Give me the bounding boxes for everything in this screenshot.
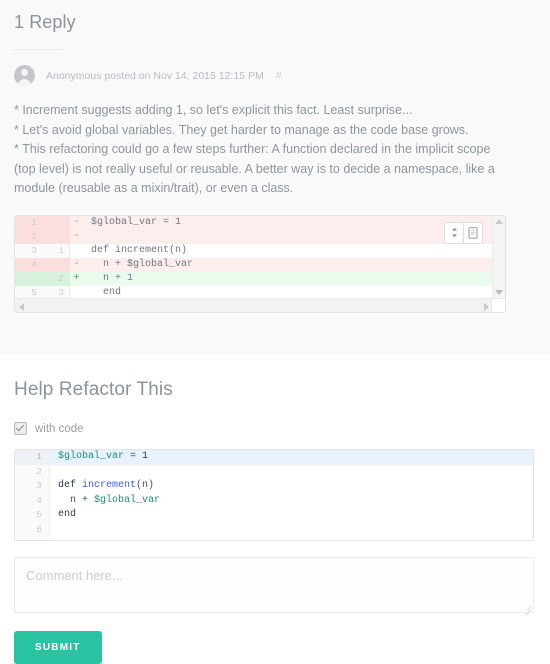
diff-body: 1- $global_var = 1 2-3 1 def increment(n) 4- … [15,215,505,298]
sort-updown-icon-button[interactable] [444,221,464,244]
code-token: def [58,480,83,491]
diff-code-line [83,229,505,244]
code-editor-table: 1 $global_var = 12 3 def increment(n) 4 n +… [15,450,533,537]
diff-toolbar [444,221,483,244]
diff-new-line-number [42,215,70,230]
diff-new-line-number [42,229,70,244]
code-token: $global_var [94,494,161,506]
diff-old-line-number: 3 [15,243,42,258]
code-token: increment [82,480,137,491]
permalink-anchor[interactable]: # [276,70,282,82]
diff-horizontal-scrollbar[interactable] [15,297,505,312]
reply-meta-row: Anonymous posted on Nov 14, 2015 12:15 P… [14,65,536,86]
scroll-up-icon[interactable] [495,218,503,224]
diff-marker: - [69,215,83,230]
reply-section: 1 Reply Anonymous posted on Nov 14, 2015… [0,0,550,355]
editor-line-number: 1 [15,450,50,465]
diff-old-line-number [15,271,42,286]
heading-divider [14,49,62,50]
editor-code-line[interactable] [50,465,534,480]
resize-grip-icon[interactable] [523,602,532,616]
editor-line-number: 6 [15,522,50,537]
form-title: Help Refactor This [14,379,173,400]
editor-row: 5 end [15,508,533,523]
code-token: 1 [142,451,149,462]
editor-code-line[interactable] [50,523,534,538]
editor-code-line[interactable]: n + $global_var [50,494,534,509]
avatar [14,65,35,86]
editor-line-number: 4 [15,493,50,508]
with-code-checkbox-row[interactable]: with code [14,422,536,435]
editor-row: 2 [15,464,534,480]
diff-code-line: def increment(n) [83,243,505,258]
diff-new-line-number: 2 [42,271,70,286]
diff-new-line-number [42,257,70,272]
editor-line-number: 5 [15,508,50,523]
diff-marker: - [69,257,83,272]
diff-old-line-number: 4 [15,257,42,272]
editor-row: 4 n + $global_var [15,493,534,509]
diff-marker [69,243,83,258]
diff-row: 53 end [15,285,505,298]
refactor-form-section: Help Refactor This with code 1 $global_va… [0,355,550,664]
editor-row: 3 def increment(n) [15,479,533,494]
reply-count-heading: 1 Reply [14,12,76,32]
sort-updown-icon [451,227,457,238]
scrollbar-corner [491,298,505,312]
diff-code-line: n + 1 [83,271,505,286]
submit-button[interactable]: SUBMIT [14,631,102,664]
with-code-label: with code [35,422,84,435]
diff-old-line-number: 1 [15,215,42,230]
diff-new-line-number: 1 [42,243,70,258]
with-code-checkbox[interactable] [14,422,27,435]
reply-body-line: * This refactoring could go a few steps … [14,142,495,195]
code-token: (n) [136,480,155,491]
comment-placeholder: Comment here... [26,568,123,583]
diff-marker [69,285,83,298]
editor-row: 1 $global_var = 1 [15,450,533,465]
diff-row: 2 + n + 1 [15,271,505,286]
editor-line-number: 2 [15,464,50,479]
diff-row: 4 - n + $global_var [15,257,505,272]
code-token: = [124,451,143,462]
code-editor[interactable]: 1 $global_var = 12 3 def increment(n) 4 n +… [14,449,534,541]
diff-row: 2- [15,229,505,244]
diff-viewer: 1- $global_var = 1 2-3 1 def increment(n) 4- … [14,214,506,313]
editor-code-line[interactable]: end [50,508,534,523]
diff-row: 1 - $global_var = 1 [15,215,505,230]
comment-input[interactable]: Comment here... [14,557,534,616]
reply-meta-text: Anonymous posted on Nov 14, 2015 12:15 P… [46,69,264,82]
copy-document-icon [468,226,478,239]
diff-marker: + [69,271,83,286]
diff-marker: - [69,229,83,244]
reply-body-line: * Increment suggests adding 1, so let's … [14,103,413,117]
code-token: n + [58,494,95,506]
code-token: $global_var [58,451,125,462]
diff-code-line: n + $global_var [83,257,505,272]
scroll-left-icon[interactable] [19,302,24,311]
reply-body-line: * Let's avoid global variables. They get… [14,122,469,137]
diff-code-line: end [83,285,505,298]
editor-line-number: 3 [15,479,50,494]
scroll-down-icon[interactable] [495,289,503,295]
reply-body: * Increment suggests adding 1, so let's … [14,101,506,199]
scroll-right-icon[interactable] [484,302,489,311]
diff-old-line-number: 2 [15,229,42,244]
diff-old-line-number: 5 [15,285,42,298]
diff-vertical-scrollbar[interactable] [492,215,505,298]
diff-row: 3 1 def increment(n) [15,243,505,258]
diff-new-line-number: 3 [42,285,70,298]
diff-code-line: $global_var = 1 [83,215,505,230]
editor-code-line[interactable]: def increment(n) [50,479,534,494]
copy-document-icon-button[interactable] [463,221,483,244]
editor-row: 6 [15,522,534,538]
editor-code-line[interactable]: $global_var = 1 [49,450,533,465]
diff-table: 1- $global_var = 1 2-3 1 def increment(n) 4- … [15,215,505,298]
code-token: end [58,509,77,520]
